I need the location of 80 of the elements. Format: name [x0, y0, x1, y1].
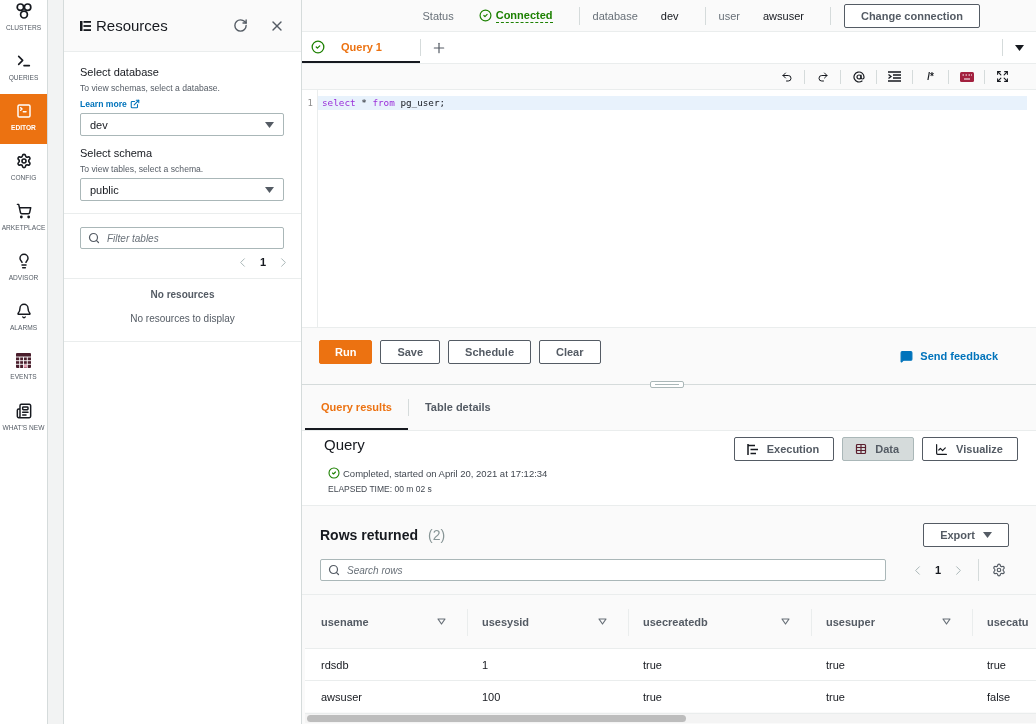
caret-icon [265, 121, 274, 128]
change-connection-button[interactable]: Change connection [843, 3, 980, 28]
view-toggle-button[interactable]: Visualize [922, 437, 1018, 461]
database-select[interactable]: dev [80, 113, 284, 136]
search-rows-field[interactable]: Search rows [320, 559, 886, 581]
connection-field-value: dev [660, 9, 679, 22]
terminal-prompt-icon [15, 53, 32, 69]
rows-count: (2) [428, 527, 446, 543]
keyboard-icon [959, 71, 974, 82]
linked-circles-icon [15, 3, 32, 19]
indent-icon [888, 71, 901, 82]
horizontal-scrollbar[interactable] [305, 713, 1036, 723]
settings-icon [992, 563, 1006, 577]
search-icon [328, 564, 340, 576]
settings-icon [15, 153, 32, 169]
undo-icon [780, 70, 793, 83]
speech-bubble-icon [900, 349, 914, 363]
query-status: Completed, started on April 20, 2021 at 17:12:34 [343, 467, 548, 479]
caret-icon [1015, 44, 1024, 51]
panel-title: Resources [96, 16, 168, 35]
line-number: 1 [307, 97, 314, 110]
connection-field-value: awsuser [762, 9, 804, 22]
terminal-window-icon [15, 103, 32, 119]
list-icon [80, 20, 91, 31]
newspaper-icon [15, 403, 32, 419]
caret-icon [983, 532, 992, 538]
field-hint: To view schemas, select a database. [80, 82, 221, 94]
caret-icon [265, 186, 274, 193]
search-icon [88, 232, 100, 244]
connection-status[interactable]: Connected [495, 8, 553, 23]
schema-select[interactable]: public [80, 178, 284, 201]
send-feedback-link[interactable]: Send feedback [900, 349, 998, 363]
check-circle-icon [311, 39, 325, 54]
field-label: Select schema [80, 147, 154, 159]
sort-icon[interactable] [942, 618, 951, 625]
field-hint: To view tables, select a schema. [80, 163, 205, 175]
outline-button[interactable]: Clear [539, 340, 601, 364]
check-circle-icon [478, 9, 492, 22]
column-header: usecatu [987, 615, 1029, 628]
calendar-grid-icon [16, 353, 31, 368]
page-number[interactable]: 1 [932, 562, 943, 578]
bell-icon [15, 303, 32, 319]
empty-state-title: No resources [150, 288, 215, 302]
column-header: usecreatedb [643, 615, 708, 628]
line-chart-icon [935, 442, 949, 456]
scrollbar-thumb[interactable] [307, 715, 686, 722]
field-label: Select database [80, 66, 160, 78]
connection-field-label: database [592, 9, 638, 22]
external-link-icon [129, 99, 140, 109]
connection-field-label: user [718, 9, 740, 22]
rows-title: Rows returned [320, 527, 418, 543]
timeline-icon [746, 443, 759, 455]
sort-icon[interactable] [781, 618, 790, 625]
comment-button[interactable]: /* [913, 66, 948, 87]
resize-handle[interactable] [650, 381, 684, 388]
query-title: Query [324, 437, 365, 453]
outline-button[interactable]: Save [380, 340, 441, 364]
results-tab[interactable]: Table details [408, 385, 507, 430]
redo-icon [816, 70, 829, 83]
elapsed-time: ELAPSED TIME: 00 m 02 s [328, 483, 432, 495]
column-header: usesuper [826, 615, 875, 628]
sort-icon[interactable] [598, 618, 607, 625]
cart-icon [15, 203, 32, 219]
status-label: Status [422, 9, 454, 22]
column-header: usename [321, 615, 369, 628]
page-number[interactable]: 1 [257, 254, 268, 270]
column-header: usesysid [482, 615, 530, 628]
view-toggle-button[interactable]: Execution [733, 437, 835, 461]
refresh-icon [232, 18, 248, 33]
export-button[interactable]: Export [923, 523, 1009, 547]
filter-tables-field[interactable]: Filter tables [80, 227, 284, 249]
expand-icon [996, 70, 1009, 83]
table-icon [855, 443, 868, 455]
check-circle-icon [328, 467, 340, 479]
learn-more-link[interactable]: Learn more [80, 98, 140, 110]
outline-button[interactable]: Schedule [448, 340, 531, 364]
view-toggle-button[interactable]: Data [842, 437, 915, 461]
empty-state-message: No resources to display [130, 312, 235, 326]
sort-icon[interactable] [437, 618, 446, 625]
at-sign-icon [852, 70, 865, 83]
